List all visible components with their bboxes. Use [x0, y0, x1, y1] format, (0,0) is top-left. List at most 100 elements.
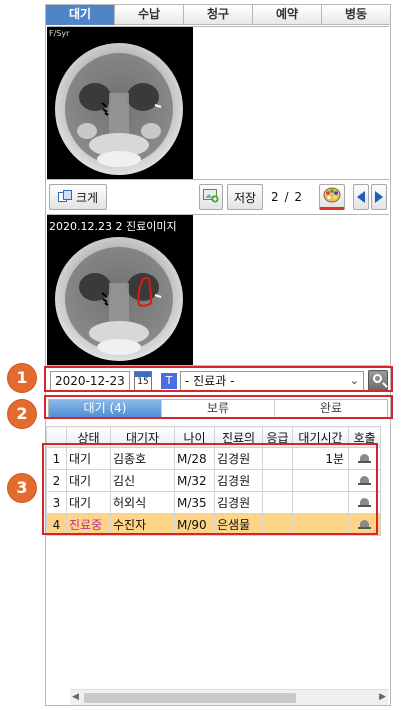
- col-call[interactable]: 호출: [348, 426, 381, 448]
- row-wait-time: [292, 469, 349, 492]
- table-header-row: 상태 대기자 나이 진료의 응급 대기시간 호출: [46, 426, 381, 448]
- tab-payment[interactable]: 수납: [115, 5, 184, 25]
- row-number: 2: [46, 469, 67, 492]
- col-doctor[interactable]: 진료의: [214, 426, 263, 448]
- row-number: 1: [46, 447, 67, 470]
- table-row-selected[interactable]: 4 진료중 수진자 M/90 은샘물: [46, 513, 381, 536]
- row-age: M/28: [174, 447, 215, 470]
- prev-image-button[interactable]: [353, 184, 369, 210]
- page-current: 2: [271, 190, 280, 204]
- row-age: M/32: [174, 469, 215, 492]
- col-age[interactable]: 나이: [174, 426, 215, 448]
- image-viewer-bottom[interactable]: 2020.12.23 2 진료이미지: [47, 214, 389, 366]
- row-number: 4: [46, 513, 67, 536]
- waiting-panel: 대기 수납 청구 예약 병동 F/Syr 크게 저장 2 / 2 2020.12…: [45, 4, 391, 706]
- bell-icon: [358, 453, 371, 463]
- tab-status-complete[interactable]: 완료: [275, 400, 387, 417]
- row-number: 3: [46, 491, 67, 514]
- callout-3: 3: [8, 474, 36, 502]
- search-button[interactable]: [368, 370, 388, 391]
- search-icon: [373, 374, 382, 383]
- xray-image[interactable]: F/Syr: [47, 27, 193, 179]
- xray-caption-2: 2020.12.23 2 진료이미지: [49, 220, 177, 233]
- scrollbar-thumb[interactable]: [84, 693, 296, 703]
- row-patient: 김종호: [110, 447, 175, 470]
- call-button[interactable]: [348, 491, 381, 514]
- call-button[interactable]: [348, 447, 381, 470]
- horizontal-scrollbar[interactable]: ◀ ▶: [70, 689, 388, 705]
- call-button[interactable]: [348, 469, 381, 492]
- row-emergency: [262, 491, 293, 514]
- row-state: 대기: [66, 447, 111, 470]
- xray-caption: F/Syr: [49, 29, 70, 38]
- status-tab-bar: 대기 (4) 보류 완료: [48, 399, 388, 418]
- save-button[interactable]: 저장: [227, 184, 263, 210]
- table-row[interactable]: 1 대기 김종호 M/28 김경원 1분: [46, 447, 381, 470]
- bell-icon: [358, 497, 371, 507]
- col-wait-time[interactable]: 대기시간: [292, 426, 349, 448]
- row-age: M/90: [174, 513, 215, 536]
- row-age: M/35: [174, 491, 215, 514]
- xray-image-annotated[interactable]: 2020.12.23 2 진료이미지: [47, 215, 193, 365]
- col-number[interactable]: [46, 426, 67, 448]
- row-wait-time: [292, 513, 349, 536]
- next-image-button[interactable]: [371, 184, 387, 210]
- row-patient: 허외식: [110, 491, 175, 514]
- waiting-table: 상태 대기자 나이 진료의 응급 대기시간 호출 1 대기 김종호 M/28 김…: [46, 426, 381, 536]
- bell-icon: [358, 475, 371, 485]
- department-select[interactable]: - 진료과 - ⌄: [180, 371, 364, 391]
- palette-icon: [323, 187, 341, 206]
- row-state: 대기: [66, 491, 111, 514]
- tab-ward[interactable]: 병동: [322, 5, 390, 25]
- callout-1: 1: [8, 364, 36, 392]
- page-indicator: 2 / 2: [271, 190, 303, 204]
- col-state[interactable]: 상태: [66, 426, 111, 448]
- bell-icon: [358, 519, 371, 529]
- page-total: 2: [294, 190, 303, 204]
- row-patient: 김신: [110, 469, 175, 492]
- row-doctor: 김경원: [214, 491, 263, 514]
- table-row[interactable]: 3 대기 허외식 M/35 김경원: [46, 491, 381, 514]
- table-row[interactable]: 2 대기 김신 M/32 김경원: [46, 469, 381, 492]
- row-doctor: 김경원: [214, 469, 263, 492]
- tab-status-waiting[interactable]: 대기 (4): [49, 400, 162, 417]
- row-emergency: [262, 513, 293, 536]
- waiting-table-container: 상태 대기자 나이 진료의 응급 대기시간 호출 1 대기 김종호 M/28 김…: [46, 426, 390, 690]
- date-field[interactable]: 2020-12-23: [50, 371, 130, 391]
- row-emergency: [262, 469, 293, 492]
- top-tab-bar: 대기 수납 청구 예약 병동: [46, 5, 390, 25]
- add-image-button[interactable]: [199, 184, 223, 210]
- row-state: 진료중: [66, 513, 111, 536]
- scroll-right-icon[interactable]: ▶: [379, 692, 386, 702]
- row-doctor: 은샘물: [214, 513, 263, 536]
- tab-waiting[interactable]: 대기: [46, 5, 115, 25]
- call-button[interactable]: [348, 513, 381, 536]
- tab-claim[interactable]: 청구: [184, 5, 253, 25]
- row-patient: 수진자: [110, 513, 175, 536]
- department-value: - 진료과 -: [185, 374, 235, 388]
- palette-button[interactable]: [319, 184, 345, 210]
- image-viewer-top[interactable]: F/Syr: [47, 26, 389, 180]
- tab-status-hold[interactable]: 보류: [162, 400, 275, 417]
- enlarge-label: 크게: [75, 190, 99, 205]
- filter-row: 2020-12-23 15 T - 진료과 - ⌄: [46, 369, 390, 393]
- enlarge-button[interactable]: 크게: [49, 184, 107, 210]
- scroll-left-icon[interactable]: ◀: [72, 692, 79, 702]
- windows-icon: [57, 189, 72, 205]
- page-separator: /: [284, 190, 290, 204]
- row-wait-time: [292, 491, 349, 514]
- tab-reservation[interactable]: 예약: [253, 5, 322, 25]
- row-doctor: 김경원: [214, 447, 263, 470]
- row-wait-time: 1분: [292, 447, 349, 470]
- row-emergency: [262, 447, 293, 470]
- chevron-down-icon: ⌄: [349, 374, 359, 387]
- arrow-right-icon: [375, 191, 383, 203]
- row-state: 대기: [66, 469, 111, 492]
- viewer-toolbar: 크게 저장 2 / 2: [47, 182, 389, 212]
- col-patient[interactable]: 대기자: [110, 426, 175, 448]
- col-emergency[interactable]: 응급: [262, 426, 293, 448]
- calendar-icon[interactable]: 15: [134, 371, 152, 391]
- add-image-icon: [203, 188, 219, 206]
- type-badge[interactable]: T: [161, 373, 177, 389]
- callout-2: 2: [8, 400, 36, 428]
